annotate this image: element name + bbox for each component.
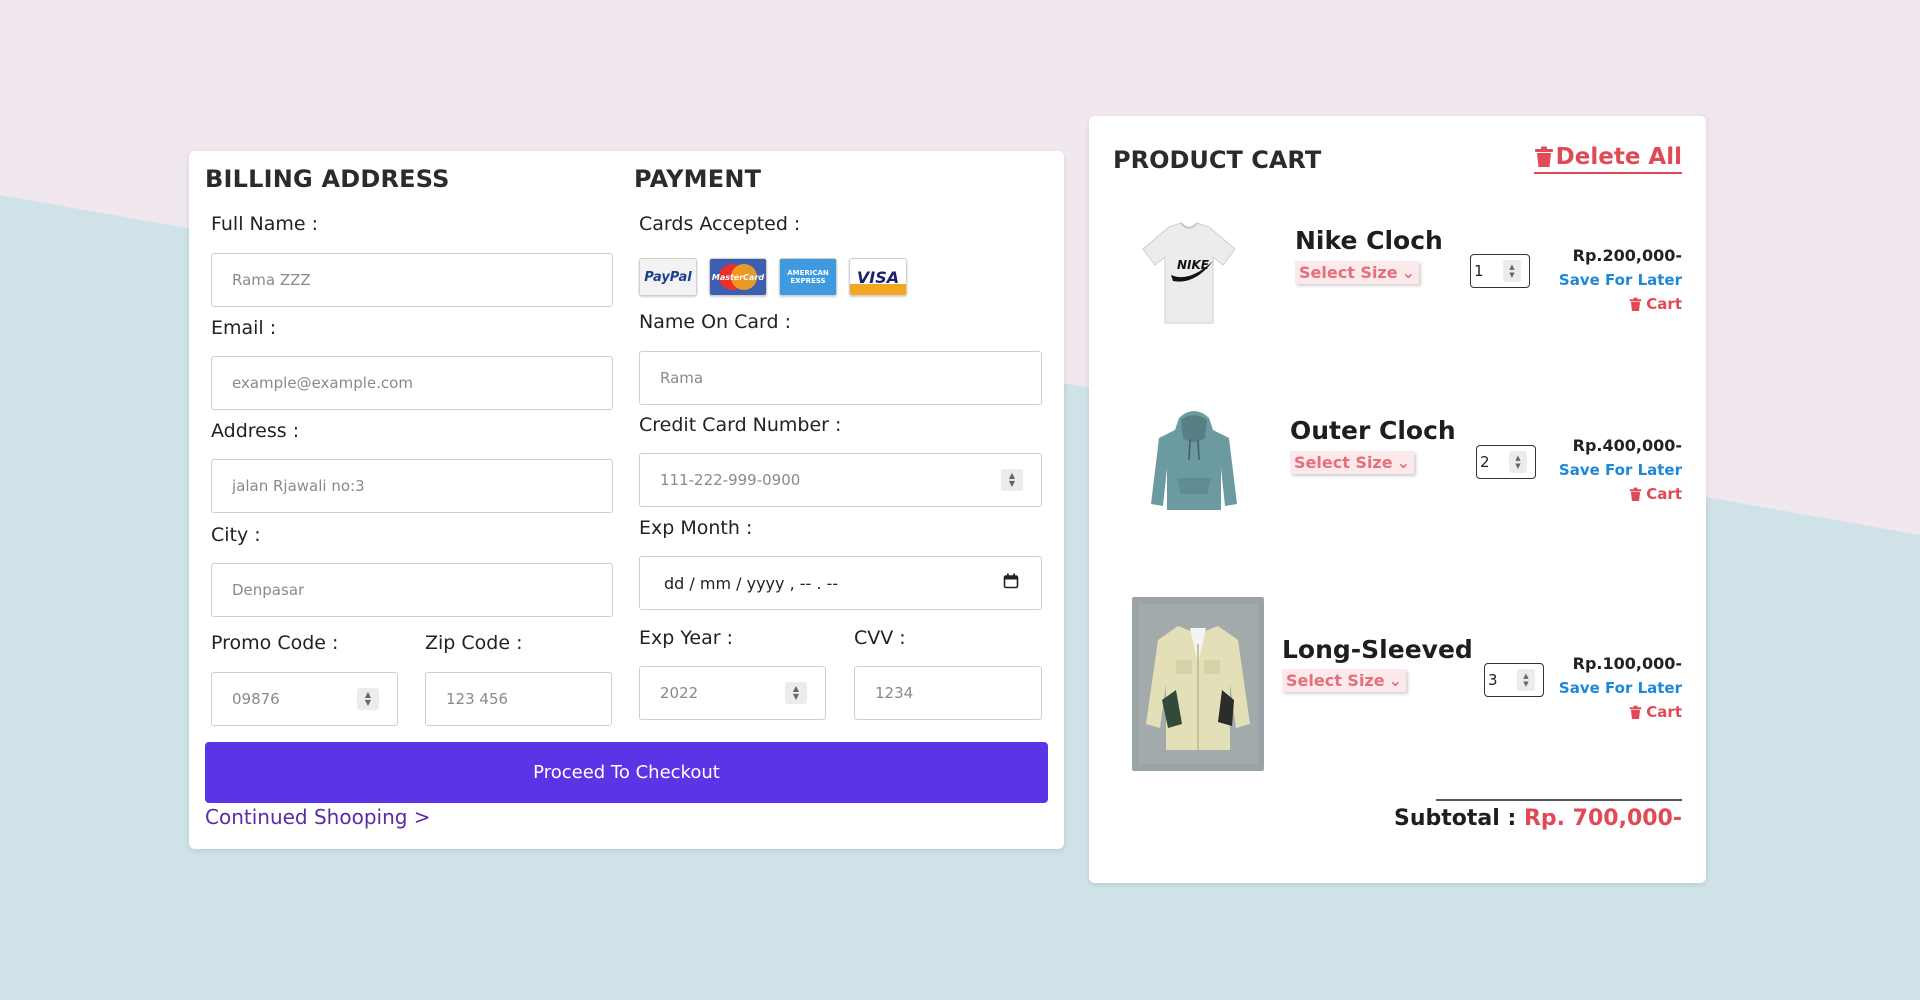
quantity-stepper[interactable]: 3 ▲ ▼ bbox=[1484, 663, 1544, 697]
trash-icon bbox=[1629, 297, 1642, 311]
exp-year-field[interactable]: 2022 ▲ ▼ bbox=[639, 666, 826, 720]
product-name: Nike Cloch bbox=[1295, 226, 1443, 255]
payment-title: PAYMENT bbox=[634, 165, 762, 193]
select-size-dropdown[interactable]: Select Size ⌄ bbox=[1282, 669, 1406, 692]
card-number-label: Credit Card Number : bbox=[639, 414, 842, 436]
subtotal-divider bbox=[1436, 799, 1682, 801]
product-price: Rp.100,000- bbox=[1572, 654, 1682, 673]
subtotal-label: Subtotal : bbox=[1394, 806, 1517, 831]
visa-icon: VISA bbox=[849, 258, 907, 296]
name-on-card-label: Name On Card : bbox=[639, 311, 792, 333]
chevron-down-icon: ⌄ bbox=[1401, 263, 1415, 282]
save-for-later-link[interactable]: Save For Later bbox=[1559, 271, 1682, 289]
checkout-card: BILLING ADDRESS PAYMENT Full Name : Rama… bbox=[189, 151, 1064, 849]
remove-from-cart-button[interactable]: Cart bbox=[1629, 703, 1682, 721]
spinner-icon[interactable]: ▲ ▼ bbox=[785, 682, 807, 704]
quantity-stepper[interactable]: 1 ▲ ▼ bbox=[1470, 254, 1530, 288]
calendar-icon[interactable] bbox=[1003, 573, 1019, 593]
full-name-field[interactable]: Rama ZZZ bbox=[211, 253, 613, 307]
exp-month-label: Exp Month : bbox=[639, 517, 753, 539]
mastercard-icon: MasterCard bbox=[709, 258, 767, 296]
email-field[interactable]: example@example.com bbox=[211, 356, 613, 410]
trash-icon bbox=[1534, 146, 1553, 167]
save-for-later-link[interactable]: Save For Later bbox=[1559, 679, 1682, 697]
paypal-icon: PayPal bbox=[639, 258, 697, 296]
card-number-field[interactable]: 111-222-999-0900 ▲ ▼ bbox=[639, 453, 1042, 507]
nike-tshirt-image: NIKE bbox=[1134, 214, 1244, 334]
chevron-down-icon: ⌄ bbox=[1396, 453, 1410, 472]
exp-year-value: 2022 bbox=[660, 684, 699, 702]
select-size-dropdown[interactable]: Select Size ⌄ bbox=[1295, 261, 1419, 284]
subtotal-value: Rp. 700,000- bbox=[1523, 806, 1682, 831]
amex-icon: AMERICAN EXPRESS bbox=[779, 258, 837, 296]
delete-all-label: Delete All bbox=[1555, 144, 1682, 170]
product-price: Rp.200,000- bbox=[1572, 246, 1682, 265]
billing-title: BILLING ADDRESS bbox=[205, 165, 450, 193]
promo-code-value: 09876 bbox=[232, 690, 280, 708]
remove-from-cart-button[interactable]: Cart bbox=[1629, 485, 1682, 503]
long-sleeved-jacket-image bbox=[1132, 597, 1264, 771]
hoodie-image bbox=[1144, 406, 1244, 516]
spinner-icon[interactable]: ▲ ▼ bbox=[357, 688, 379, 710]
promo-code-field[interactable]: 09876 ▲ ▼ bbox=[211, 672, 398, 726]
cards-accepted: PayPal MasterCard AMERICAN EXPRESS VISA bbox=[639, 258, 907, 296]
remove-from-cart-button[interactable]: Cart bbox=[1629, 295, 1682, 313]
full-name-label: Full Name : bbox=[211, 213, 319, 235]
product-name: Long-Sleeved bbox=[1282, 635, 1473, 664]
product-cart-card: PRODUCT CART Delete All NIKE Nike Cloch … bbox=[1089, 116, 1706, 883]
exp-year-label: Exp Year : bbox=[639, 627, 734, 649]
email-label: Email : bbox=[211, 317, 277, 339]
chevron-down-icon: ⌄ bbox=[1388, 671, 1402, 690]
proceed-to-checkout-button[interactable]: Proceed To Checkout bbox=[205, 742, 1048, 803]
cvv-field[interactable]: 1234 bbox=[854, 666, 1042, 720]
zip-code-field[interactable]: 123 456 bbox=[425, 672, 612, 726]
name-on-card-field[interactable]: Rama bbox=[639, 351, 1042, 405]
cards-accepted-label: Cards Accepted : bbox=[639, 213, 801, 235]
city-field[interactable]: Denpasar bbox=[211, 563, 613, 617]
card-number-value: 111-222-999-0900 bbox=[660, 471, 801, 489]
subtotal: Subtotal : Rp. 700,000- bbox=[1394, 806, 1682, 831]
delete-all-button[interactable]: Delete All bbox=[1533, 144, 1682, 174]
quantity-stepper[interactable]: 2 ▲ ▼ bbox=[1476, 445, 1536, 479]
address-field[interactable]: jalan Rjawali no:3 bbox=[211, 459, 613, 513]
cart-title: PRODUCT CART bbox=[1113, 146, 1322, 174]
spinner-icon[interactable]: ▲ ▼ bbox=[1509, 451, 1527, 473]
select-size-dropdown[interactable]: Select Size ⌄ bbox=[1290, 451, 1414, 474]
svg-text:NIKE: NIKE bbox=[1177, 258, 1210, 272]
trash-icon bbox=[1629, 487, 1642, 501]
exp-month-value: dd / mm / yyyy , -- . -- bbox=[664, 573, 839, 593]
promo-code-label: Promo Code : bbox=[211, 632, 339, 654]
continue-shopping-link[interactable]: Continued Shooping > bbox=[205, 805, 431, 829]
spinner-icon[interactable]: ▲ ▼ bbox=[1503, 260, 1521, 282]
address-label: Address : bbox=[211, 420, 300, 442]
product-price: Rp.400,000- bbox=[1572, 436, 1682, 455]
product-name: Outer Cloch bbox=[1290, 416, 1456, 445]
exp-month-field[interactable]: dd / mm / yyyy , -- . -- bbox=[639, 556, 1042, 610]
save-for-later-link[interactable]: Save For Later bbox=[1559, 461, 1682, 479]
city-label: City : bbox=[211, 524, 261, 546]
spinner-icon[interactable]: ▲ ▼ bbox=[1001, 469, 1023, 491]
zip-code-label: Zip Code : bbox=[425, 632, 523, 654]
cvv-label: CVV : bbox=[854, 627, 906, 649]
trash-icon bbox=[1629, 705, 1642, 719]
spinner-icon[interactable]: ▲ ▼ bbox=[1517, 669, 1535, 691]
